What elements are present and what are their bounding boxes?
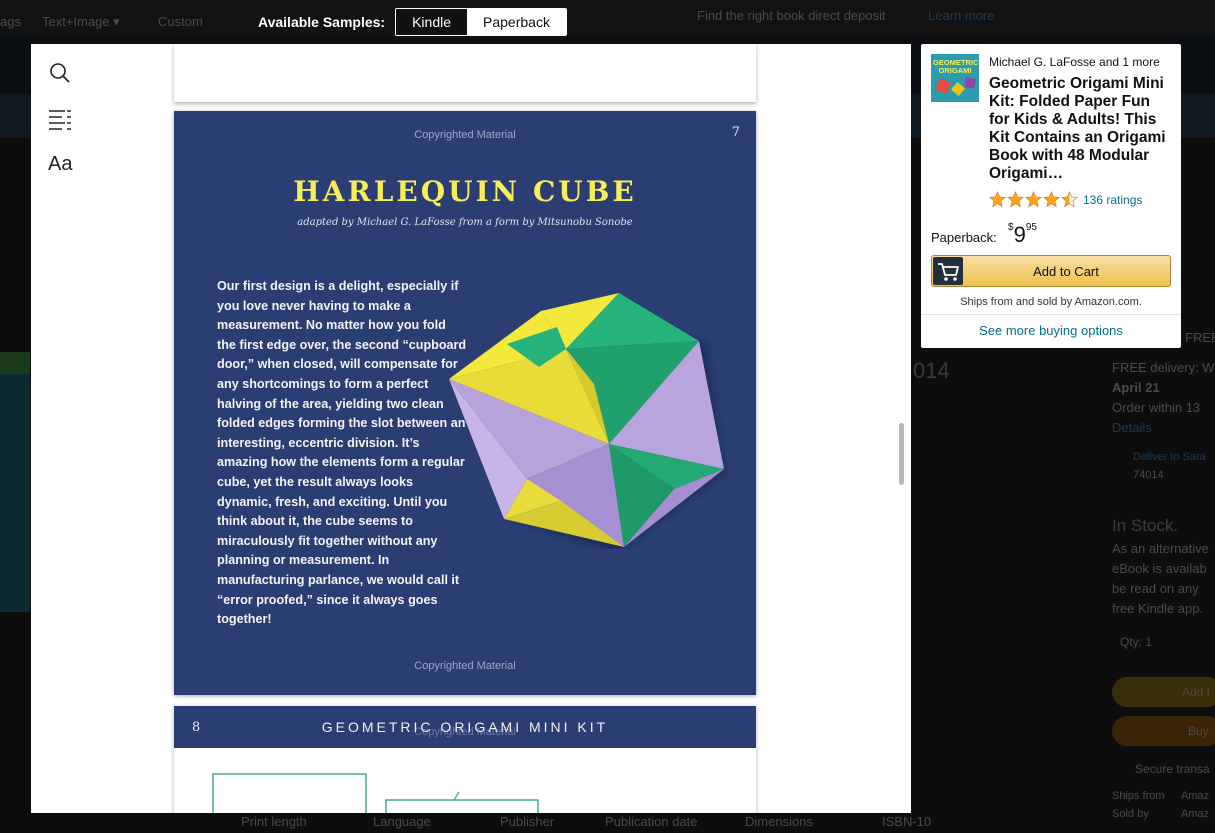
star-full-icon (1007, 191, 1024, 208)
background-detail: free Kindle app. (1112, 601, 1204, 616)
background-detail: Amaz (1181, 808, 1210, 820)
background-detail: Buy (1188, 724, 1209, 738)
divider (921, 314, 1181, 315)
background-text: 014 (913, 358, 950, 383)
background-footer-item: Print length (241, 814, 307, 829)
background-detail: As an alternative (1112, 541, 1209, 556)
background-detail: In Stock. (1112, 516, 1179, 535)
star-full-icon (1043, 191, 1060, 208)
page-title: HARLEQUIN CUBE (293, 175, 637, 208)
background-footer-item: ISBN-10 (882, 814, 932, 829)
background-detail: Amaz (1181, 790, 1210, 802)
see-more-buying-options-link[interactable]: See more buying options (921, 323, 1181, 338)
ships-from-text: Ships from and sold by Amazon.com. (960, 296, 1142, 308)
background-learn-more: Learn more (928, 8, 995, 23)
background-detail: Add t (1182, 685, 1211, 699)
background-top-item: Custom (158, 14, 203, 29)
book-page: Copyrighted Material 7 HARLEQUIN CUBE ad… (174, 111, 756, 695)
background-detail: be read on any (1112, 581, 1199, 596)
font-settings-button[interactable]: Aa (48, 153, 72, 176)
sample-format-toggle: Kindle Paperback (395, 8, 567, 36)
product-author: Michael G. LaFosse and 1 more (989, 55, 1160, 69)
paperback-sample-button[interactable]: Paperback (467, 9, 566, 35)
next-page: Copyrighted Material 8 GEOMETRIC ORIGAMI… (174, 706, 756, 813)
background-detail: Deliver to Sara (1133, 451, 1206, 463)
background-detail: Ships from (1112, 790, 1165, 802)
previous-page (174, 44, 756, 102)
background-book-cover (0, 352, 30, 612)
product-thumbnail-title: GEOMETRIC ORIGAMI (933, 58, 979, 75)
price-fraction: 95 (1025, 222, 1037, 233)
background-top-item: Text+Image ▾ (42, 14, 120, 29)
folding-diagram (212, 773, 539, 813)
background-detail: Secure transa (1135, 762, 1210, 776)
kindle-sample-button[interactable]: Kindle (396, 9, 468, 35)
origami-cube-image (449, 293, 724, 549)
background-footer-item: Dimensions (745, 814, 813, 829)
background-detail: 74014 (1133, 469, 1164, 481)
background-detail: Sold by (1112, 808, 1149, 820)
reader-scrollbar[interactable] (899, 423, 904, 485)
add-to-cart-label: Add to Cart (1033, 264, 1099, 279)
copyright-notice-bottom: Copyrighted Material (414, 660, 516, 672)
page-body-text: Our first design is a delight, especiall… (217, 279, 467, 627)
background-top-item: ags (0, 14, 21, 29)
star-rating[interactable]: 136 ratings (989, 191, 1142, 208)
product-format: Paperback: (931, 230, 997, 245)
table-of-contents-icon[interactable] (48, 107, 72, 131)
search-icon[interactable] (48, 61, 72, 85)
background-detail: Qty: 1 (1120, 635, 1153, 649)
next-page-header: GEOMETRIC ORIGAMI MINI KIT (321, 719, 609, 735)
star-full-icon (1025, 191, 1042, 208)
add-to-cart-button[interactable]: Add to Cart (931, 255, 1171, 287)
star-full-icon (989, 191, 1006, 208)
background-book-cover-band (0, 352, 30, 374)
copyright-notice-top: Copyrighted Material (414, 129, 516, 141)
background-footer-item: Language (373, 814, 431, 829)
background-detail: Details (1112, 420, 1152, 435)
sample-reader: Aa Copyrighted Material 7 HARLEQUIN CUBE… (31, 44, 911, 813)
page-subtitle: adapted by Michael G. LaFosse from a for… (297, 217, 633, 228)
background-promo: Find the right book direct deposit (697, 8, 886, 23)
background-footer-item: Publication date (605, 814, 698, 829)
thumbnail-shape (950, 81, 966, 97)
next-page-header-band: Copyrighted Material 8 GEOMETRIC ORIGAMI… (174, 706, 756, 748)
product-title[interactable]: Geometric Origami Mini Kit: Folded Paper… (989, 75, 1174, 183)
background-footer-item: Publisher (500, 814, 555, 829)
ratings-count-link[interactable]: 136 ratings (1083, 193, 1142, 207)
background-detail: FREE delivery: W (1112, 360, 1215, 375)
star-half-icon (1061, 191, 1078, 208)
background-text: FREE (1185, 330, 1215, 345)
thumbnail-shape (935, 78, 951, 94)
page-number: 7 (731, 125, 740, 140)
product-price: $995 (1008, 222, 1037, 248)
product-thumbnail[interactable]: GEOMETRIC ORIGAMI (931, 54, 979, 102)
available-samples-label: Available Samples: (258, 14, 386, 30)
available-samples: Available Samples: Kindle Paperback (258, 8, 567, 36)
background-detail: Order within 13 (1112, 400, 1201, 415)
buy-box: GEOMETRIC ORIGAMI Michael G. LaFosse and… (921, 44, 1181, 348)
background-detail: April 21 (1112, 380, 1160, 395)
background-detail: eBook is availab (1112, 561, 1207, 576)
thumbnail-shape (964, 77, 976, 89)
price-whole: 9 (1013, 222, 1026, 247)
cart-icon (933, 257, 963, 285)
